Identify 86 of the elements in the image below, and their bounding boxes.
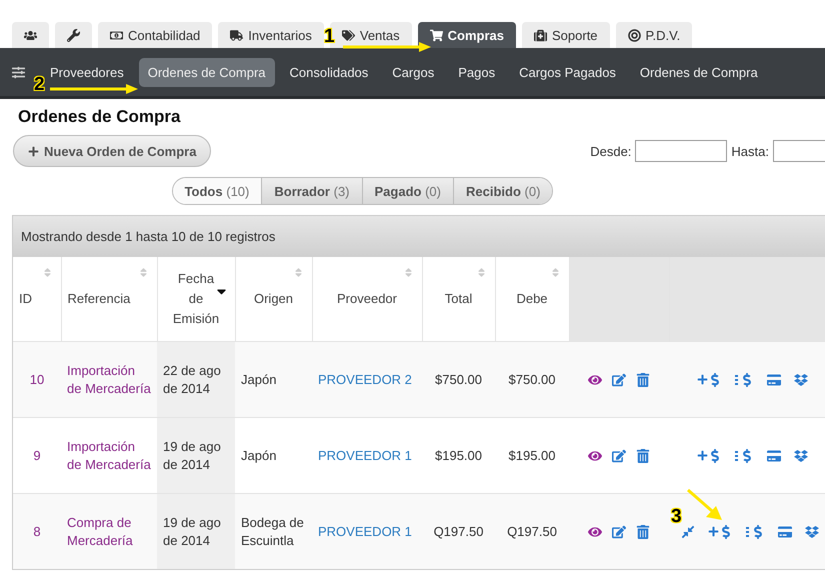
- total-cell: Q197.50: [434, 524, 484, 538]
- origin-cell: Japón: [241, 448, 276, 462]
- plus-dollar-icon[interactable]: [697, 372, 722, 386]
- dollar-list-icon[interactable]: [735, 448, 754, 462]
- date-cell: 22 de ago de 2014: [163, 362, 221, 396]
- origin-cell: Bodega de Escuintla: [241, 514, 304, 548]
- order-id-link[interactable]: 9: [33, 446, 41, 464]
- reference-link[interactable]: Importación de Mercadería: [67, 362, 151, 398]
- plus-icon: [28, 146, 39, 156]
- supplier-link[interactable]: PROVEEDOR 2: [318, 370, 412, 388]
- dollar-list-icon[interactable]: [735, 372, 754, 386]
- target-icon: [628, 28, 641, 42]
- view-icon[interactable]: [588, 448, 602, 462]
- plus-dollar-icon[interactable]: [708, 524, 733, 538]
- status-filter-button[interactable]: Todos (10): [172, 178, 262, 204]
- order-id-link[interactable]: 10: [30, 370, 44, 388]
- column-header[interactable]: Fecha de Emisión: [171, 269, 221, 329]
- to-label: Hasta:: [731, 144, 769, 158]
- due-cell: Q197.50: [507, 524, 557, 538]
- module-tab[interactable]: [12, 22, 49, 48]
- column-header[interactable]: Referencia: [68, 289, 130, 309]
- annotation-number: 2: [34, 74, 45, 96]
- sliders-icon[interactable]: [12, 66, 25, 78]
- order-id-link[interactable]: 8: [33, 522, 41, 540]
- module-tab[interactable]: Soporte: [522, 22, 610, 48]
- nav-item[interactable]: Ordenes de Compra: [630, 58, 767, 86]
- cart-icon: [430, 28, 443, 42]
- module-tab[interactable]: Inventarios: [218, 22, 324, 48]
- edit-icon[interactable]: [612, 372, 626, 386]
- status-filter-button[interactable]: Recibido (0): [452, 178, 552, 204]
- from-label: Desde:: [590, 144, 632, 158]
- column-header[interactable]: Origen: [254, 289, 294, 309]
- nav-item[interactable]: Consolidados: [280, 58, 378, 86]
- truck-icon: [230, 28, 244, 42]
- annotation-arrow: [688, 490, 722, 520]
- credit-card-icon[interactable]: [767, 448, 781, 462]
- view-icon[interactable]: [588, 372, 602, 386]
- page-title: Ordenes de Compra: [18, 107, 182, 127]
- due-cell: $195.00: [508, 448, 556, 462]
- banknote-icon: [110, 28, 123, 42]
- from-date-field[interactable]: [635, 140, 728, 162]
- date-cell: 19 de ago de 2014: [163, 514, 221, 548]
- date-cell: 19 de ago de 2014: [163, 438, 221, 472]
- compress-icon[interactable]: [681, 524, 695, 538]
- total-cell: $750.00: [435, 372, 482, 386]
- medkit-icon: [534, 28, 547, 42]
- box-icon[interactable]: [805, 524, 819, 538]
- column-header[interactable]: Total: [444, 289, 472, 309]
- plus-dollar-icon[interactable]: [697, 448, 722, 462]
- origin-cell: Japón: [241, 372, 276, 386]
- column-header[interactable]: Debe: [516, 289, 548, 309]
- users-icon: [24, 28, 37, 42]
- trash-icon[interactable]: [636, 372, 650, 386]
- total-cell: $195.00: [435, 448, 482, 462]
- dollar-list-icon[interactable]: [746, 524, 765, 538]
- annotation-number: 3: [671, 506, 682, 528]
- module-tab[interactable]: Compras: [418, 22, 516, 48]
- records-info: Mostrando desde 1 hasta 10 de 10 registros: [13, 216, 825, 257]
- status-filter-button[interactable]: Borrador (3): [261, 178, 362, 204]
- supplier-link[interactable]: PROVEEDOR 1: [318, 522, 412, 540]
- new-order-button[interactable]: Nueva Orden de Compra: [13, 135, 212, 167]
- credit-card-icon[interactable]: [767, 372, 781, 386]
- nav-item[interactable]: Cargos: [383, 58, 444, 86]
- column-header[interactable]: Proveedor: [337, 289, 397, 309]
- wrench-icon: [67, 28, 80, 42]
- nav-item[interactable]: Pagos: [449, 58, 504, 86]
- module-tab[interactable]: P.D.V.: [616, 22, 692, 48]
- credit-card-icon[interactable]: [778, 524, 792, 538]
- nav-item[interactable]: Ordenes de Compra: [138, 58, 274, 86]
- trash-icon[interactable]: [636, 524, 650, 538]
- module-tab[interactable]: [55, 22, 92, 48]
- supplier-link[interactable]: PROVEEDOR 1: [318, 446, 412, 464]
- box-icon[interactable]: [794, 372, 808, 386]
- tags-icon: [342, 28, 355, 42]
- trash-icon[interactable]: [636, 448, 650, 462]
- view-icon[interactable]: [588, 524, 602, 538]
- nav-item[interactable]: Cargos Pagados: [510, 58, 625, 86]
- due-cell: $750.00: [508, 372, 556, 386]
- edit-icon[interactable]: [612, 524, 626, 538]
- reference-link[interactable]: Importación de Mercadería: [67, 438, 151, 474]
- module-tab[interactable]: Contabilidad: [98, 22, 212, 48]
- column-header[interactable]: ID: [19, 289, 32, 309]
- reference-link[interactable]: Compra de Mercadería: [67, 514, 151, 550]
- box-icon[interactable]: [794, 448, 808, 462]
- status-filter-button[interactable]: Pagado (0): [362, 178, 453, 204]
- edit-icon[interactable]: [612, 448, 626, 462]
